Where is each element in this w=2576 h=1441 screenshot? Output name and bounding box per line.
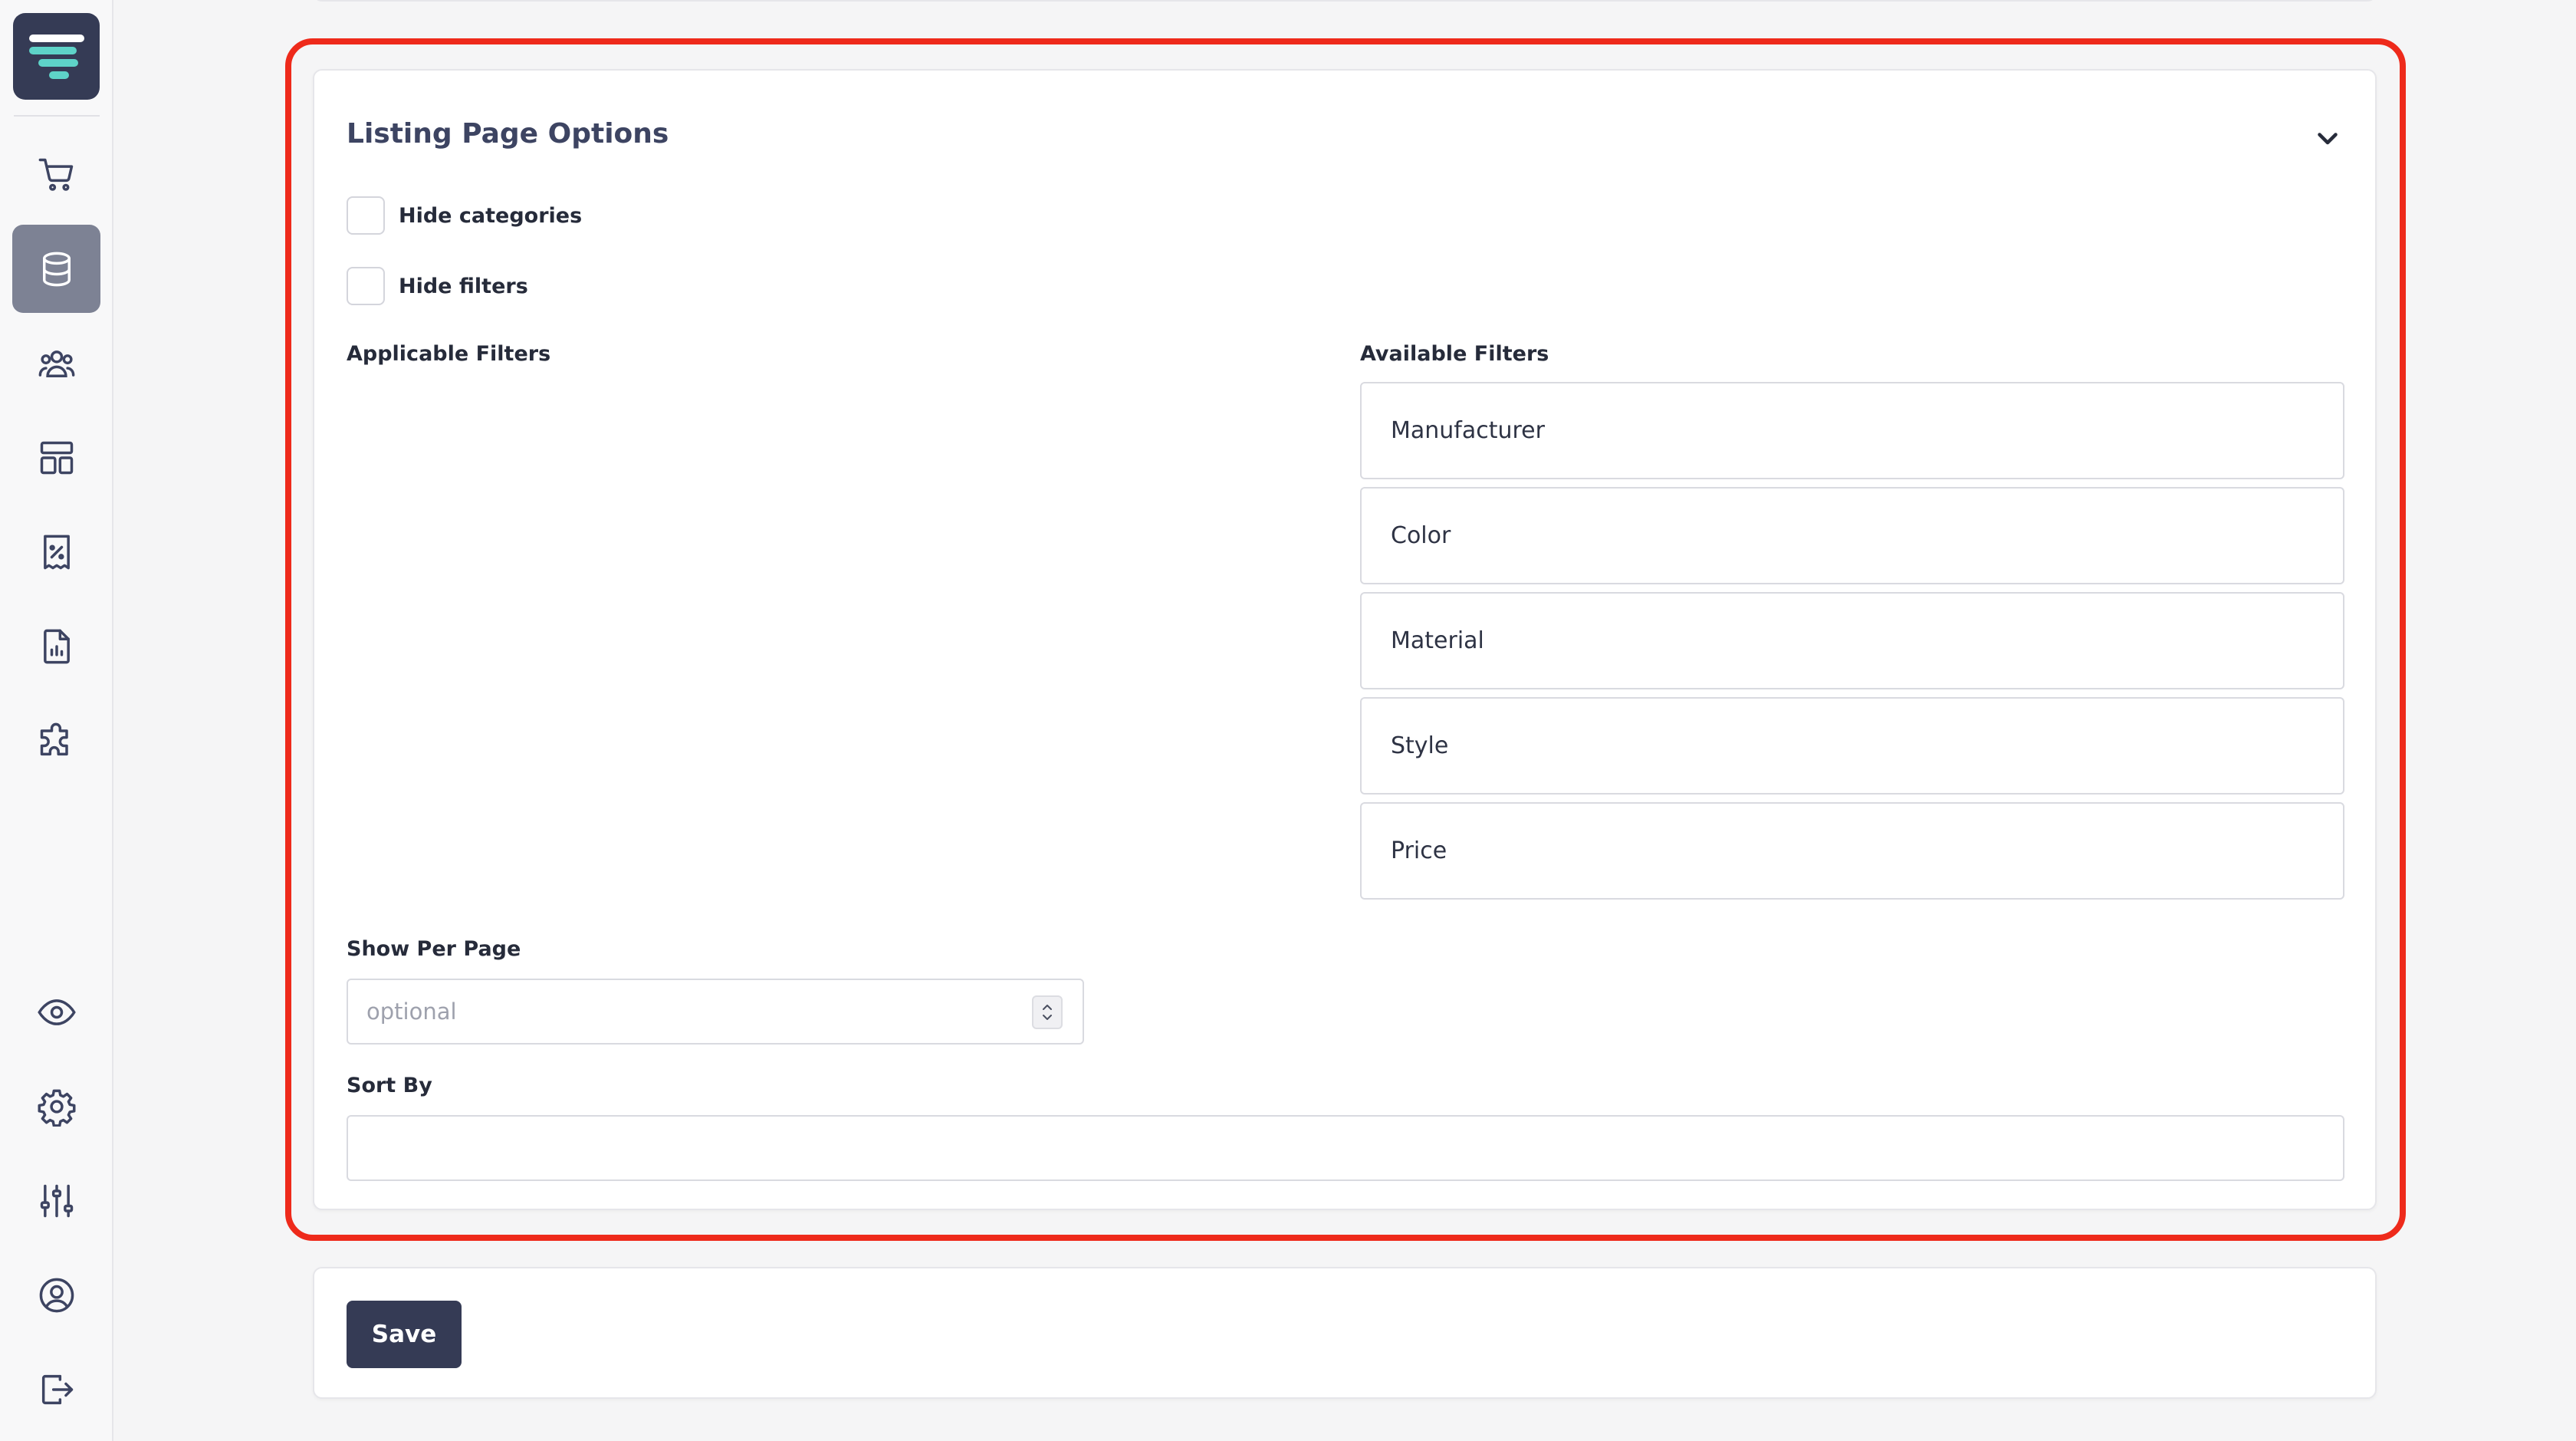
database-icon (42, 252, 71, 286)
gear-icon (38, 1089, 75, 1127)
number-stepper[interactable] (1032, 995, 1063, 1029)
sidebar (0, 0, 113, 1441)
available-filter-item[interactable]: Manufacturer (1360, 382, 2344, 479)
available-filters-label: Available Filters (1360, 342, 1549, 366)
sidebar-item-reports[interactable] (12, 602, 100, 690)
sidebar-item-extensions[interactable] (12, 696, 100, 785)
sidebar-item-preview[interactable] (12, 968, 100, 1056)
cart-icon (38, 158, 73, 191)
eye-icon (37, 999, 76, 1025)
sidebar-item-orders[interactable] (12, 130, 100, 219)
sidebar-item-account[interactable] (12, 1251, 100, 1339)
hide-filters-label: Hide filters (399, 274, 528, 298)
user-circle-icon (39, 1278, 74, 1312)
applicable-filters-label: Applicable Filters (347, 342, 551, 366)
available-filter-item[interactable]: Material (1360, 592, 2344, 689)
available-filter-item[interactable]: Price (1360, 802, 2344, 900)
sidebar-item-discounts[interactable] (12, 508, 100, 596)
hide-filters-checkbox[interactable] (347, 267, 385, 305)
sliders-icon (40, 1184, 73, 1217)
previous-card (313, 0, 2377, 2)
sidebar-item-catalog[interactable] (12, 225, 100, 313)
chevron-up-icon[interactable] (1040, 1002, 1055, 1012)
puzzle-icon (40, 722, 68, 755)
show-per-page-input[interactable] (366, 980, 1010, 1043)
show-per-page-label: Show Per Page (347, 937, 521, 961)
sidebar-divider (14, 115, 100, 117)
show-per-page-field (347, 979, 1084, 1045)
report-icon (43, 629, 70, 663)
available-filter-item[interactable]: Color (1360, 487, 2344, 584)
available-filter-item[interactable]: Style (1360, 697, 2344, 795)
card-title: Listing Page Options (347, 118, 669, 150)
users-icon (38, 350, 74, 377)
sidebar-item-customers[interactable] (12, 319, 100, 407)
hide-categories-label: Hide categories (399, 203, 583, 228)
save-card: Save (313, 1267, 2377, 1399)
sidebar-item-settings[interactable] (12, 1062, 100, 1150)
logout-icon (41, 1374, 73, 1404)
sidebar-item-logout[interactable] (12, 1345, 100, 1433)
receipt-percent-icon (43, 535, 70, 569)
save-button[interactable]: Save (347, 1301, 462, 1368)
sort-by-label: Sort By (347, 1074, 432, 1097)
chevron-down-icon[interactable] (1040, 1012, 1055, 1023)
sidebar-item-content[interactable] (12, 413, 100, 502)
sidebar-item-configuration[interactable] (12, 1156, 100, 1245)
hide-filters-option[interactable]: Hide filters (347, 267, 528, 305)
chevron-down-icon[interactable] (2314, 124, 2341, 152)
hide-categories-option[interactable]: Hide categories (347, 196, 582, 235)
layout-icon (40, 441, 73, 474)
logo-icon[interactable] (13, 13, 100, 100)
hide-categories-checkbox[interactable] (347, 196, 385, 235)
sort-by-input[interactable] (347, 1115, 2344, 1181)
listing-page-options-card: Listing Page Options Hide categories Hid… (313, 69, 2377, 1210)
